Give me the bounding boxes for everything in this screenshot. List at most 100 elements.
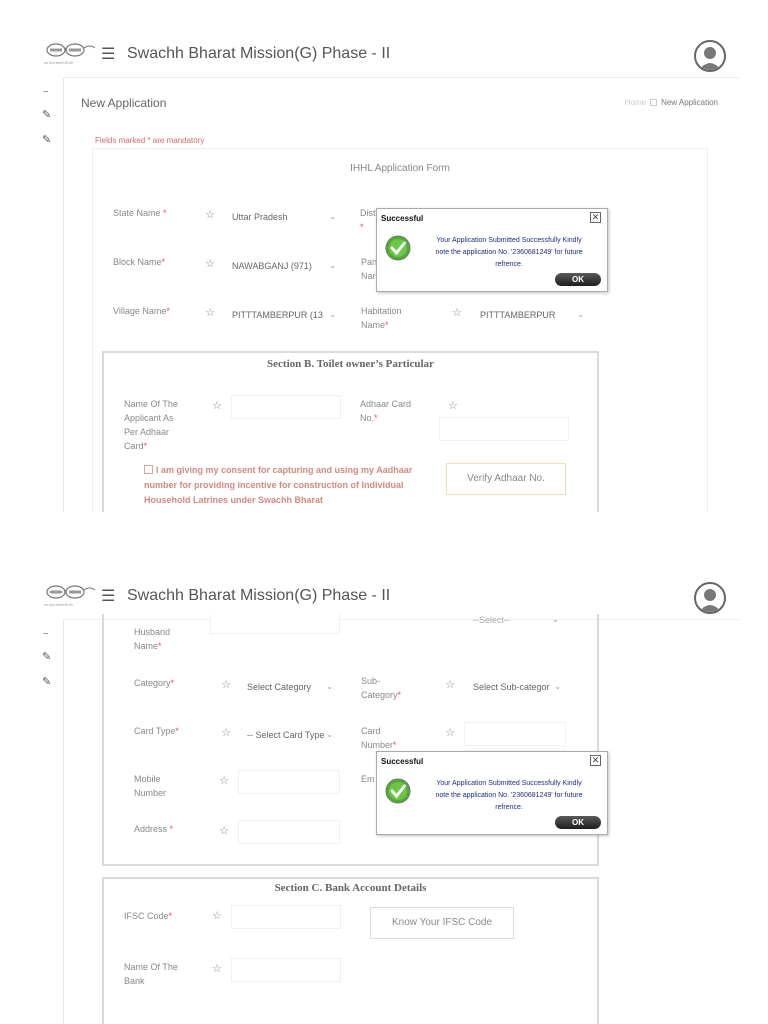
breadcrumb-separator-icon — [650, 99, 658, 106]
know-ifsc-button[interactable]: Know Your IFSC Code — [370, 907, 514, 939]
section-c-panel: Section C. Bank Account Details — [102, 877, 599, 1024]
category-label: Category* — [134, 678, 175, 688]
success-check-icon — [385, 235, 411, 261]
app-header: एक कदम स्वच्छता की ओर ☰ Swachh Bharat Mi… — [0, 0, 740, 80]
mandatory-note: Fields marked * are mandatory — [95, 136, 205, 145]
subcategory-select[interactable]: Select Sub-categor ⌄ — [466, 674, 568, 698]
dialog-message: Your Application Submitted Successfully … — [435, 780, 583, 811]
section-c-title: Section C. Bank Account Details — [274, 882, 427, 894]
ok-button[interactable]: OK — [555, 273, 601, 286]
dialog-message: Your Application Submitted Successfully … — [435, 237, 583, 268]
card-type-select[interactable]: -- Select Card Type ⌄ — [240, 722, 340, 746]
app-title: Swachh Bharat Mission(G) Phase - II — [127, 587, 391, 604]
side-rail: ... ✎ ✎ — [0, 620, 64, 1024]
user-avatar-icon[interactable] — [694, 40, 726, 72]
success-dialog: Successful ✕ Your Application Submitted … — [376, 751, 608, 835]
user-avatar-icon[interactable] — [694, 582, 726, 614]
chevron-down-icon: ⌄ — [577, 310, 584, 319]
edit-icon[interactable]: ✎ — [42, 650, 51, 663]
card-type-label: Card Type* — [134, 726, 179, 736]
address-label: Address * — [134, 824, 174, 834]
ifsc-input[interactable] — [231, 905, 341, 929]
breadcrumb-home[interactable]: Home — [625, 98, 646, 107]
mobile-number-label: Mobile Number — [134, 774, 167, 798]
verify-adhaar-button[interactable]: Verify Adhaar No. — [446, 463, 566, 495]
bank-name-input[interactable] — [231, 958, 341, 982]
star-icon: ☆ — [205, 307, 215, 319]
close-icon[interactable]: ✕ — [590, 212, 601, 223]
habitation-select[interactable]: PITTTAMBERPUR ⌄ — [473, 302, 591, 326]
page-title: New Application — [81, 96, 167, 110]
form-title: IHHL Application Form — [350, 163, 450, 174]
address-input[interactable] — [238, 820, 340, 844]
more-icon[interactable]: ... — [43, 84, 48, 94]
breadcrumb: Home New Application — [625, 98, 718, 107]
consent-checkbox[interactable] — [144, 465, 153, 474]
district-label: Dist * — [360, 208, 376, 232]
state-label: State Name * — [113, 208, 167, 218]
dialog-title: Successful — [381, 214, 424, 223]
applicant-name-label: Name Of The Applicant As Per Adhaar Card* — [124, 399, 178, 451]
card-number-input[interactable] — [464, 722, 566, 746]
edit-icon[interactable]: ✎ — [42, 108, 51, 121]
mobile-number-input[interactable] — [238, 770, 340, 794]
rail-divider — [63, 620, 64, 1024]
chevron-down-icon: ⌄ — [326, 730, 333, 739]
star-icon: ☆ — [452, 307, 462, 319]
menu-icon[interactable]: ☰ — [101, 589, 115, 605]
state-select[interactable]: Uttar Pradesh ⌄ — [225, 204, 343, 228]
section-b-title: Section B. Toilet owner’s Particular — [267, 358, 434, 370]
applicant-name-input[interactable] — [231, 395, 341, 419]
adhaar-label: Adhaar Card No.* — [360, 399, 412, 423]
consent-text: I am giving my consent for capturing and… — [144, 465, 413, 505]
edit-icon[interactable]: ✎ — [42, 133, 51, 146]
husband-name-label: Husband Name* — [134, 627, 171, 651]
star-icon: ☆ — [212, 910, 222, 922]
star-icon: ☆ — [212, 400, 222, 412]
star-icon: ☆ — [219, 825, 229, 837]
screen-bottom: एक कदम स्वच्छता की ओर ☰ Swachh Bharat Mi… — [0, 580, 768, 1024]
chevron-down-icon: ⌄ — [329, 310, 336, 319]
block-select[interactable]: NAWABGANJ (971) ⌄ — [225, 253, 343, 277]
rail-divider — [63, 78, 64, 512]
star-icon: ☆ — [212, 963, 222, 975]
panchayat-label: Pan Nar — [361, 257, 378, 281]
header-divider — [64, 77, 740, 78]
star-icon: ☆ — [445, 679, 455, 691]
village-select[interactable]: PITTTAMBERPUR (13 ⌄ — [225, 302, 343, 326]
category-select[interactable]: Select Category ⌄ — [240, 674, 340, 698]
husband-name-input[interactable] — [210, 614, 340, 634]
relation-select[interactable]: --Select-- ⌄ — [466, 612, 566, 630]
success-dialog: Successful ✕ Your Application Submitted … — [376, 208, 608, 292]
ok-button[interactable]: OK — [555, 816, 601, 829]
ifsc-label: IFSC Code* — [124, 911, 173, 921]
more-icon[interactable]: ... — [43, 626, 48, 636]
breadcrumb-current: New Application — [661, 98, 718, 107]
card-number-label: Card Number* — [361, 726, 397, 750]
star-icon: ☆ — [219, 775, 229, 787]
subcategory-label: Sub- Category* — [361, 676, 402, 700]
star-icon: ☆ — [445, 727, 455, 739]
logo-caption: एक कदम स्वच्छता की ओर — [44, 603, 73, 607]
star-icon: ☆ — [205, 209, 215, 221]
success-check-icon — [385, 778, 411, 804]
star-icon: ☆ — [448, 400, 458, 412]
dialog-title: Successful — [381, 757, 424, 766]
chevron-down-icon: ⌄ — [329, 261, 336, 270]
chevron-down-icon: ⌄ — [326, 682, 333, 691]
bank-name-label: Name Of The Bank — [124, 962, 178, 986]
close-icon[interactable]: ✕ — [590, 755, 601, 766]
screenshot-gap — [0, 512, 768, 580]
menu-icon[interactable]: ☰ — [101, 47, 115, 63]
star-icon: ☆ — [221, 679, 231, 691]
chevron-down-icon: ⌄ — [329, 212, 336, 221]
village-label: Village Name* — [113, 306, 170, 316]
star-icon: ☆ — [221, 727, 231, 739]
star-icon: ☆ — [205, 258, 215, 270]
habitation-label: Habitation Name* — [361, 306, 402, 330]
email-label: Em — [361, 774, 375, 784]
edit-icon[interactable]: ✎ — [42, 675, 51, 688]
block-label: Block Name* — [113, 257, 166, 267]
adhaar-input[interactable] — [439, 417, 569, 441]
chevron-down-icon: ⌄ — [552, 615, 559, 624]
